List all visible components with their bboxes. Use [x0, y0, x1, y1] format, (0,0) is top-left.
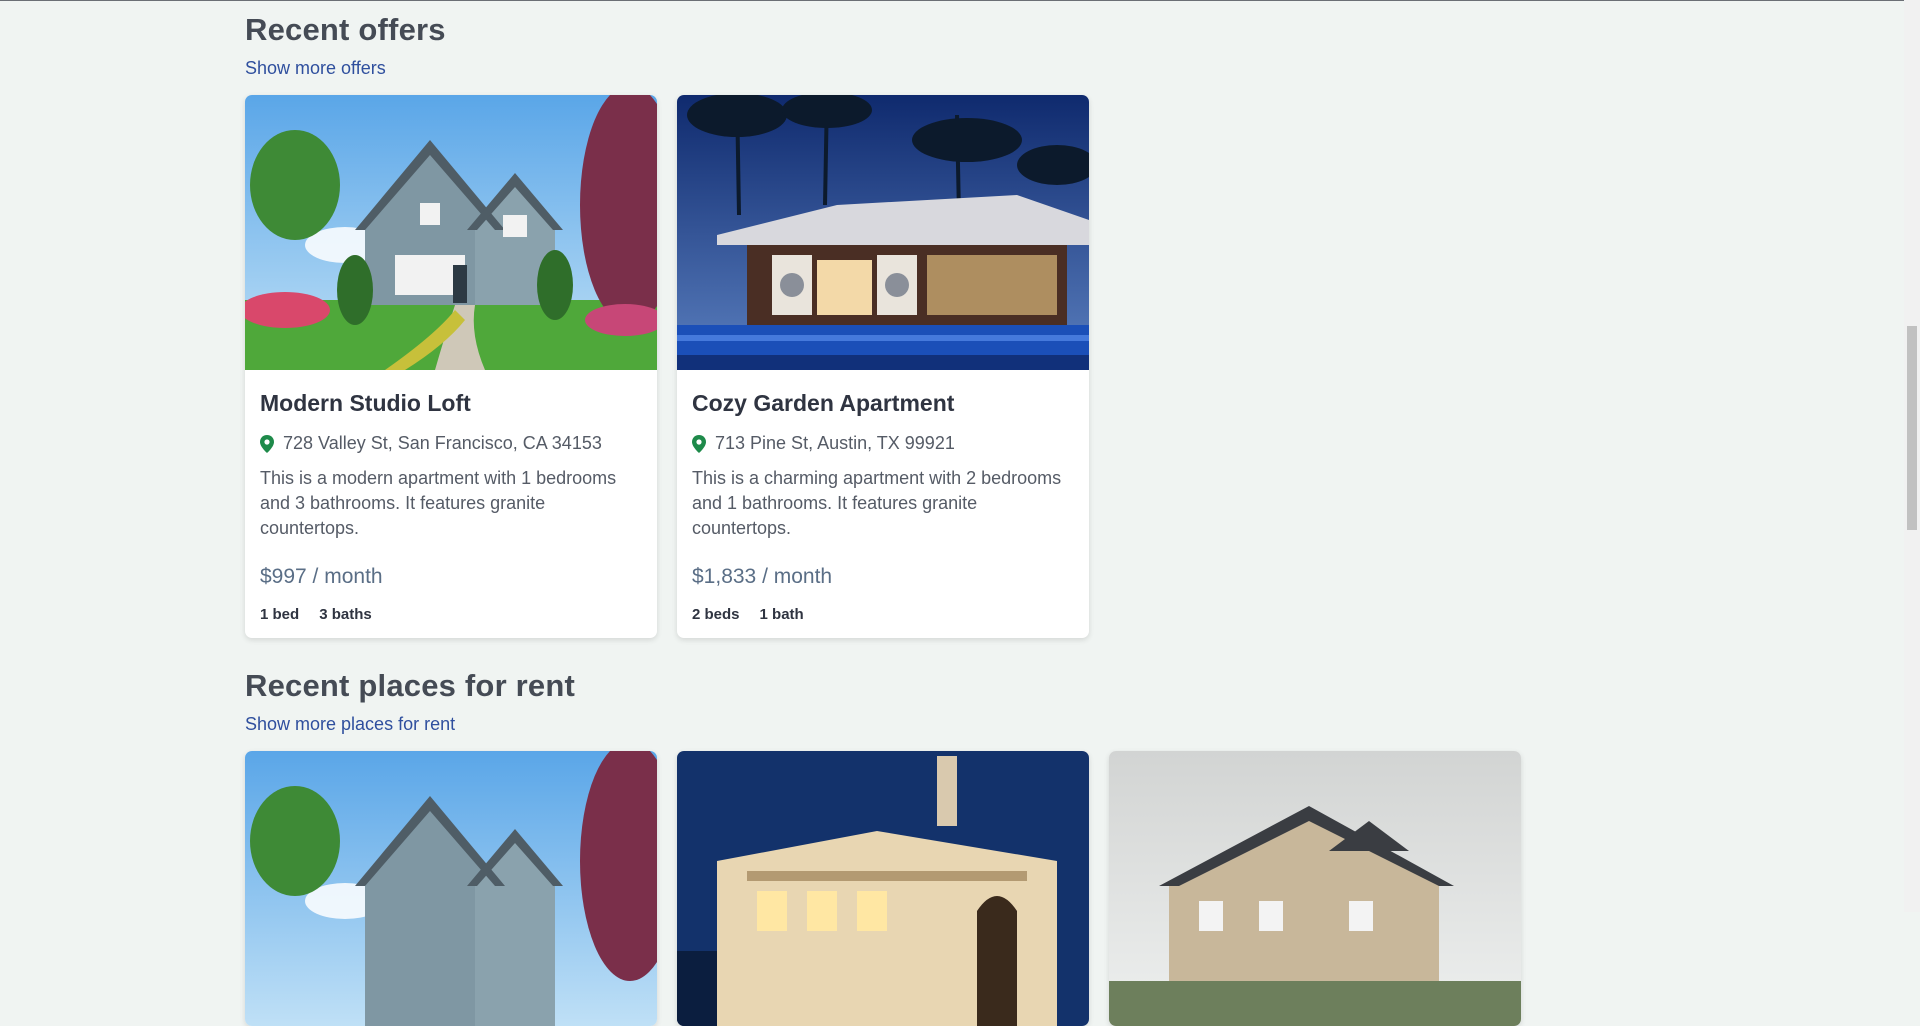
section-title: Recent offers: [245, 12, 446, 47]
property-image[interactable]: [245, 751, 657, 1026]
property-title[interactable]: Modern Studio Loft: [260, 390, 642, 417]
property-image[interactable]: [1109, 751, 1521, 1026]
rent-card[interactable]: [1109, 751, 1521, 1026]
recent-rent-section: Recent places for rent Show more places …: [245, 668, 1521, 1026]
property-address: 728 Valley St, San Francisco, CA 34153: [260, 433, 642, 454]
rent-card[interactable]: [245, 751, 657, 1026]
offer-card[interactable]: Modern Studio Loft 728 Valley St, San Fr…: [245, 95, 657, 638]
offer-card[interactable]: Cozy Garden Apartment 713 Pine St, Austi…: [677, 95, 1089, 638]
window-top-border: [0, 0, 1904, 1]
property-description: This is a charming apartment with 2 bedr…: [692, 468, 1062, 538]
map-pin-icon: [260, 434, 274, 453]
card-body: Cozy Garden Apartment 713 Pine St, Austi…: [677, 370, 1089, 638]
property-description: This is a modern apartment with 1 bedroo…: [260, 468, 617, 538]
property-features: 1 bed 3 baths: [260, 606, 642, 623]
scrollbar-thumb[interactable]: [1907, 326, 1917, 530]
show-more-rent-link[interactable]: Show more places for rent: [245, 714, 455, 735]
offers-card-list: Modern Studio Loft 728 Valley St, San Fr…: [245, 95, 1089, 638]
property-image[interactable]: [245, 95, 657, 370]
property-title[interactable]: Cozy Garden Apartment: [692, 390, 1074, 417]
property-address: 713 Pine St, Austin, TX 99921: [692, 433, 1074, 454]
vertical-scrollbar[interactable]: [1904, 0, 1920, 912]
property-price: $1,833 / month: [692, 565, 833, 588]
address-text: 728 Valley St, San Francisco, CA 34153: [283, 433, 602, 453]
recent-offers-section: Recent offers Show more offers Modern St…: [245, 12, 1089, 638]
card-body: Modern Studio Loft 728 Valley St, San Fr…: [245, 370, 657, 638]
show-more-offers-link[interactable]: Show more offers: [245, 58, 386, 79]
rent-card-list: [245, 751, 1521, 1026]
property-image[interactable]: [677, 751, 1089, 1026]
property-image[interactable]: [677, 95, 1089, 370]
section-title: Recent places for rent: [245, 668, 576, 703]
beds-count: 2 beds: [692, 606, 740, 623]
baths-count: 3 baths: [319, 606, 372, 623]
address-text: 713 Pine St, Austin, TX 99921: [715, 433, 955, 453]
beds-count: 1 bed: [260, 606, 300, 623]
baths-count: 1 bath: [759, 606, 804, 623]
property-features: 2 beds 1 bath: [692, 606, 1074, 623]
rent-card[interactable]: [677, 751, 1089, 1026]
map-pin-icon: [692, 434, 706, 453]
property-price: $997 / month: [260, 565, 383, 588]
